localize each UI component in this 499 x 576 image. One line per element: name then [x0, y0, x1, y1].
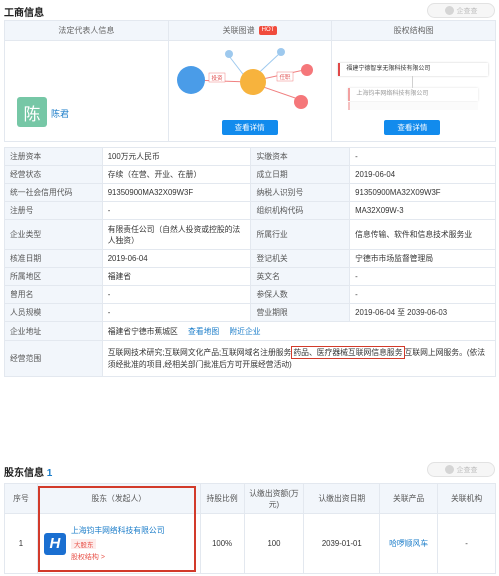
- info-label: 组织机构代码: [250, 201, 351, 220]
- info-value: 100万元人民币: [101, 147, 252, 166]
- edge-label-role: 任职: [279, 73, 291, 81]
- info-row: 统一社会信用代码 91350900MA32X09W3F 纳税人识别号 91350900…: [4, 183, 496, 202]
- info-row: 曾用名 - 参保人数 -: [4, 285, 496, 304]
- info-label: 企业类型: [4, 219, 103, 250]
- qichacha-logo-icon: [444, 465, 454, 474]
- info-row: 注册号 - 组织机构代码 MA32X09W-3: [4, 201, 496, 220]
- qichacha-logo-icon: [444, 6, 454, 15]
- info-label: 经营状态: [4, 165, 103, 184]
- shareholders-title: 股东信息 1: [4, 468, 53, 479]
- info-label: 统一社会信用代码: [4, 183, 103, 202]
- equity-connector: [412, 76, 414, 88]
- qichacha-watermark-2: 企查查: [427, 462, 495, 477]
- summary-cards: 法定代表人信息 陈 陈君 关联图谱 HOT 投资 任职 查看详情 股权结构图 福…: [4, 20, 496, 142]
- info-value: 宁德市市场监督管理局: [349, 249, 496, 268]
- info-label: 参保人数: [250, 285, 351, 304]
- edge-label-invest: 投资: [211, 74, 223, 82]
- business-info-rows: 注册资本 100万元人民币 实缴资本 - 经营状态 存续（在营、开业、在册） 成立日期 201…: [4, 147, 496, 322]
- address-row: 企业地址 福建省宁德市蕉城区 查看地图 附近企业: [4, 321, 497, 341]
- relation-graph-icon[interactable]: 投资 任职: [169, 42, 332, 120]
- shareholders-count: 1: [46, 468, 53, 479]
- info-label: 纳税人识别号: [250, 183, 351, 202]
- info-value: 2019-06-04 至 2039-06-03: [349, 303, 496, 322]
- info-value: 91350900MA32X09W3F: [101, 183, 252, 202]
- info-value: 存续（在营、开业、在册）: [101, 165, 252, 184]
- column-header: 关联机构: [437, 483, 496, 514]
- business-info-title: 工商信息: [4, 8, 44, 19]
- info-value: 福建省: [101, 267, 252, 286]
- scope-label: 经营范围: [4, 340, 103, 377]
- info-value: -: [101, 303, 252, 322]
- info-label: 英文名: [250, 267, 351, 286]
- address-cell: 福建省宁德市蕉城区 查看地图 附近企业: [101, 321, 497, 341]
- info-value: 91350900MA32X09W3F: [349, 183, 496, 202]
- row-index: 1: [4, 513, 38, 574]
- address-value: 福建省宁德市蕉城区: [107, 326, 178, 336]
- address-label: 企业地址: [4, 321, 103, 341]
- scope-row: 经营范围 互联网技术研究;互联网文化产品;互联网域名注册服务 药品、医疗器械互联网…: [4, 340, 497, 377]
- info-value: 2019-06-04: [349, 165, 496, 184]
- avatar: 陈: [17, 97, 47, 127]
- relation-graph-header: 关联图谱 HOT: [168, 21, 332, 41]
- info-value: 有限责任公司（自然人投资或控股的法人独资）: [101, 219, 252, 250]
- info-value: MA32X09W-3: [349, 201, 496, 220]
- legal-rep-card: 法定代表人信息 陈 陈君: [5, 21, 169, 141]
- scope-value: 互联网技术研究;互联网文化产品;互联网域名注册服务 药品、医疗器械互联网信息服务互…: [101, 340, 497, 377]
- equity-view-button[interactable]: 查看详情: [384, 120, 441, 135]
- legal-rep-name-link[interactable]: 陈君: [51, 107, 69, 120]
- info-label: 注册号: [4, 201, 103, 220]
- subscribed-amount: 100: [243, 513, 305, 574]
- relation-graph-view-button[interactable]: 查看详情: [221, 120, 278, 135]
- info-label: 曾用名: [4, 285, 103, 304]
- column-header: 持股比例: [199, 483, 245, 514]
- related-org: -: [437, 513, 496, 574]
- column-header: 认缴出资日期: [303, 483, 381, 514]
- equity-sub-placeholder: [348, 102, 479, 110]
- info-row: 人员规模 - 营业期限 2019-06-04 至 2039-06-03: [4, 303, 496, 322]
- info-label: 所属行业: [250, 219, 351, 250]
- info-row: 经营状态 存续（在营、开业、在册） 成立日期 2019-06-04: [4, 165, 496, 184]
- equity-card: 股权结构图 福建宁德智享无限科技有限公司 上海钧丰网络科技有限公司 查看详情: [332, 21, 496, 141]
- info-label: 核准日期: [4, 249, 103, 268]
- info-value: 2019-06-04: [101, 249, 252, 268]
- scope-highlight: 药品、医疗器械互联网信息服务: [291, 345, 405, 359]
- equity-header: 股权结构图: [332, 21, 496, 41]
- info-label: 注册资本: [4, 147, 103, 166]
- qichacha-watermark: 企查查: [427, 3, 495, 18]
- nearby-companies-link[interactable]: 附近企业: [229, 327, 260, 336]
- info-row: 企业类型 有限责任公司（自然人投资或控股的法人独资） 所属行业 信息传输、软件和信息技…: [4, 219, 496, 250]
- share-ratio: 100%: [199, 513, 245, 574]
- legal-rep-header: 法定代表人信息: [5, 21, 168, 41]
- info-label: 登记机关: [250, 249, 351, 268]
- info-value: -: [349, 147, 496, 166]
- info-label: 实缴资本: [250, 147, 351, 166]
- info-label: 人员规模: [4, 303, 103, 322]
- column-header: 认缴出资额(万元): [243, 483, 305, 514]
- info-label: 营业期限: [250, 303, 351, 322]
- info-value: -: [101, 201, 252, 220]
- hot-badge: HOT: [258, 26, 278, 35]
- info-value: -: [101, 285, 252, 304]
- info-row: 所属地区 福建省 英文名 -: [4, 267, 496, 286]
- info-value: -: [349, 267, 496, 286]
- info-label: 所属地区: [4, 267, 103, 286]
- equity-top-company[interactable]: 福建宁德智享无限科技有限公司: [338, 63, 489, 76]
- related-product-link[interactable]: 哈啰顺风车: [379, 513, 439, 574]
- info-value: 信息传输、软件和信息技术服务业: [349, 219, 496, 250]
- equity-sub-company[interactable]: 上海钧丰网络科技有限公司: [348, 88, 479, 101]
- info-label: 成立日期: [250, 165, 351, 184]
- info-row: 核准日期 2019-06-04 登记机关 宁德市市场监督管理局: [4, 249, 496, 268]
- column-header: 序号: [4, 483, 38, 514]
- subscribed-date: 2039-01-01: [303, 513, 381, 574]
- shareholder-highlight-box: [38, 486, 196, 572]
- view-map-link[interactable]: 查看地图: [188, 327, 219, 336]
- info-row: 注册资本 100万元人民币 实缴资本 -: [4, 147, 496, 166]
- column-header: 关联产品: [379, 483, 439, 514]
- info-value: -: [349, 285, 496, 304]
- business-info-table: 注册资本 100万元人民币 实缴资本 - 经营状态 存续（在营、开业、在册） 成立日期 201…: [4, 147, 497, 377]
- relation-graph-card: 关联图谱 HOT 投资 任职 查看详情: [168, 21, 333, 141]
